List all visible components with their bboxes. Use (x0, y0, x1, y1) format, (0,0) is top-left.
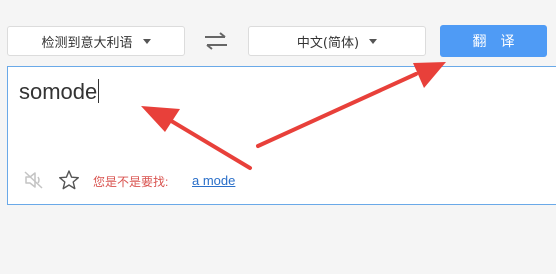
swap-arrows-icon[interactable] (203, 30, 229, 52)
did-you-mean-label: 您是不是要找: (93, 175, 169, 189)
source-language-select[interactable]: 检测到意大利语 (7, 26, 185, 56)
source-text-content: somode (19, 79, 98, 104)
chevron-down-icon (369, 38, 378, 44)
source-text-value: somode (19, 79, 100, 105)
star-outline-icon[interactable] (58, 169, 80, 191)
source-text-input[interactable]: somode 您是不是要找: a mode (7, 66, 556, 205)
translate-button[interactable]: 翻译 (440, 25, 547, 57)
text-caret (98, 79, 100, 103)
speaker-muted-icon[interactable] (23, 169, 45, 191)
target-language-label: 中文(简体) (296, 35, 360, 51)
suggestion-link[interactable]: a mode (192, 173, 235, 188)
translate-button-label: 翻译 (472, 34, 529, 50)
source-language-label: 检测到意大利语 (41, 35, 133, 51)
target-language-select[interactable]: 中文(简体) (248, 26, 426, 56)
chevron-down-icon (142, 38, 151, 44)
